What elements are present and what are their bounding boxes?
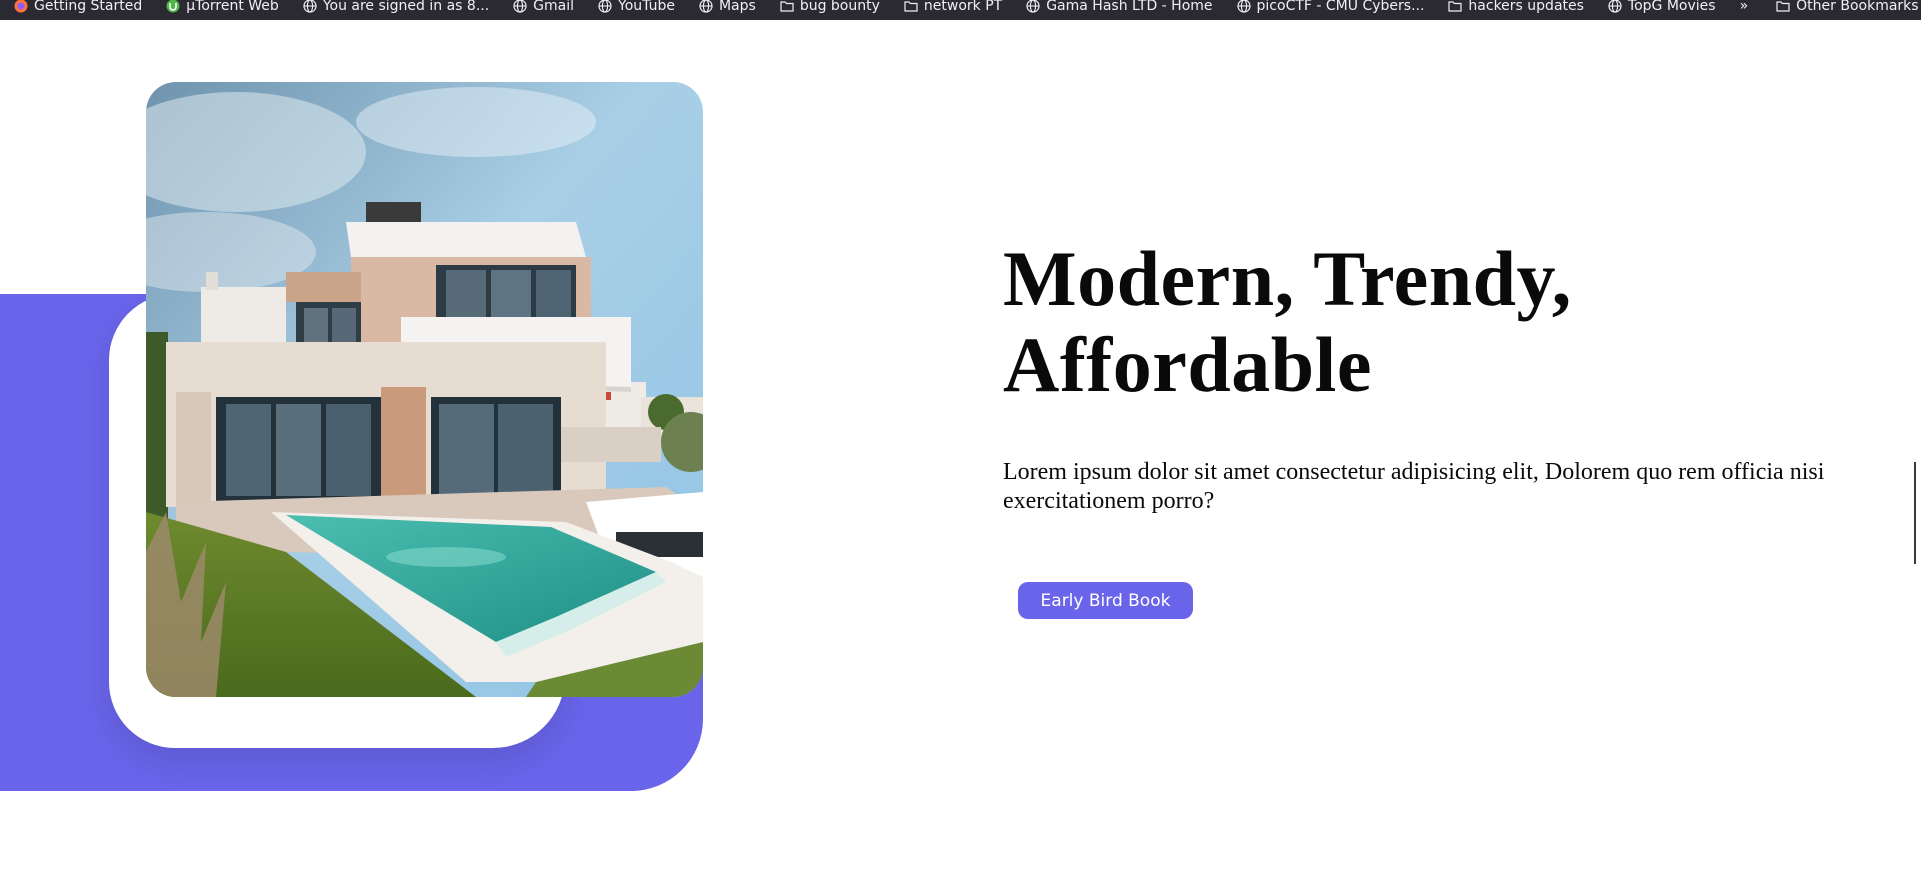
bookmark-label: picoCTF - CMU Cybers...: [1256, 0, 1425, 14]
bookmark-youtube[interactable]: YouTube: [584, 0, 685, 16]
house-photo: [146, 82, 703, 697]
utorrent-icon: [166, 0, 180, 13]
globe-icon: [598, 0, 612, 13]
bookmark-gmail[interactable]: Gmail: [499, 0, 584, 16]
folder-icon: [1776, 1, 1790, 12]
bookmark-label: Other Bookmarks: [1796, 0, 1919, 14]
bookmark-label: YouTube: [618, 0, 675, 14]
headline-line-1: Modern, Trendy,: [1003, 235, 1572, 322]
firefox-icon: [14, 0, 28, 13]
globe-icon: [1236, 0, 1251, 13]
bookmark-label: Maps: [718, 0, 756, 14]
bookmark-other-bookmarks[interactable]: Other Bookmarks: [1762, 0, 1921, 16]
bookmarks-toolbar: Getting Started µTorrent Web You are sig…: [0, 0, 1921, 20]
bookmark-topg-movies[interactable]: TopG Movies: [1594, 0, 1726, 16]
bookmark-folder-bug-bounty[interactable]: bug bounty: [766, 0, 890, 16]
globe-icon: [303, 0, 317, 13]
folder-icon: [780, 1, 794, 12]
bookmarks-overflow-chevron-icon[interactable]: »: [1726, 0, 1763, 14]
hero-description: Lorem ipsum dolor sit amet consectetur a…: [1003, 459, 1825, 514]
bookmark-folder-network-pt[interactable]: network PT: [890, 0, 1012, 16]
bookmark-label: hackers updates: [1468, 0, 1584, 14]
bookmark-label: network PT: [923, 0, 1003, 14]
globe-icon: [513, 0, 527, 13]
globe-icon: [699, 0, 713, 13]
bookmark-signed-in[interactable]: You are signed in as 8...: [289, 0, 499, 16]
bookmarks-right-group: » Other Bookmarks: [1726, 0, 1921, 16]
bookmark-utorrent-web[interactable]: µTorrent Web: [152, 0, 289, 16]
bookmark-picoctf[interactable]: picoCTF - CMU Cybers...: [1223, 0, 1435, 16]
bookmark-label: You are signed in as 8...: [322, 0, 490, 14]
bookmark-label: Gmail: [533, 0, 575, 14]
early-bird-book-button[interactable]: Early Bird Book: [1018, 582, 1193, 619]
bookmark-gama-hash[interactable]: Gama Hash LTD - Home: [1012, 0, 1222, 16]
folder-icon: [1448, 1, 1463, 12]
bookmark-label: TopG Movies: [1627, 0, 1716, 14]
bookmark-label: Gama Hash LTD - Home: [1046, 0, 1213, 14]
folder-icon: [904, 1, 918, 12]
hero-headline: Modern, Trendy, Affordable: [1003, 236, 1723, 408]
bookmark-folder-hackers-updates[interactable]: hackers updates: [1434, 0, 1594, 16]
bookmark-label: Getting Started: [34, 0, 143, 14]
page-scrollbar-thumb[interactable]: [1914, 462, 1916, 564]
bookmark-label: bug bounty: [799, 0, 880, 14]
globe-icon: [1026, 0, 1040, 13]
bookmark-label: µTorrent Web: [186, 0, 279, 14]
globe-icon: [1608, 0, 1622, 13]
bookmark-maps[interactable]: Maps: [685, 0, 766, 16]
headline-line-2: Affordable: [1003, 321, 1372, 408]
bookmark-getting-started[interactable]: Getting Started: [0, 0, 152, 16]
